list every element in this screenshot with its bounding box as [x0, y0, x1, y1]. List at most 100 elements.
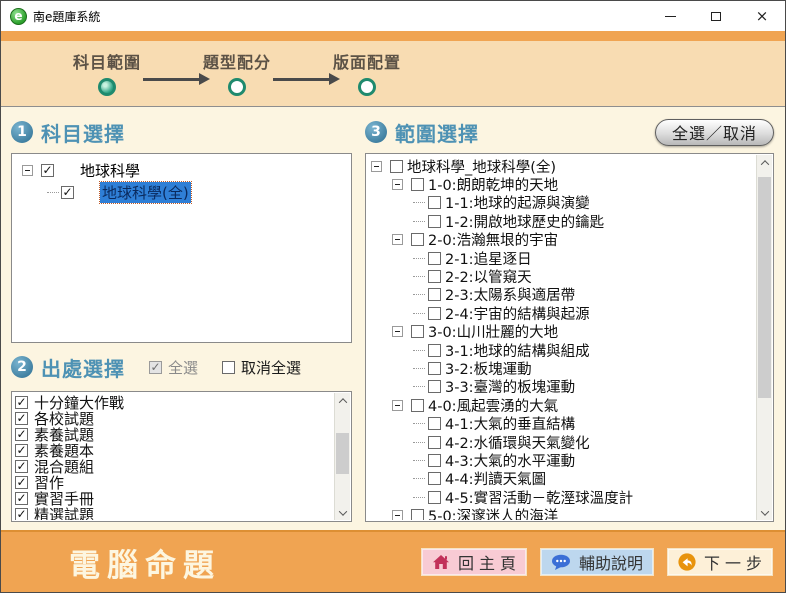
source-list: ✓十分鐘大作戰✓各校試題✓素養試題✓素養題本✓混合題組✓習作✓實習手冊✓精選試題	[13, 393, 334, 520]
range-tree-row[interactable]: 1-0:朗朗乾坤的天地	[371, 175, 756, 193]
checkbox-checked-icon[interactable]: ✓	[15, 492, 28, 505]
scroll-up-button[interactable]	[335, 393, 350, 408]
range-tree-row[interactable]: 2-0:浩瀚無垠的宇宙	[371, 231, 756, 249]
range-tree-row[interactable]: 4-0:風起雲湧的大氣	[371, 396, 756, 414]
checkbox-unchecked-icon[interactable]	[411, 178, 424, 191]
subject-tree-root-row[interactable]: ✓ 地球科學	[16, 159, 347, 181]
range-item-label[interactable]: 5-0:深邃迷人的海洋	[428, 505, 558, 520]
collapse-icon[interactable]	[371, 161, 382, 172]
tree-branch-icon	[413, 386, 425, 387]
checkbox-checked-icon[interactable]: ✓	[15, 412, 28, 425]
checkbox-unchecked-icon[interactable]	[428, 491, 441, 504]
checkbox-unchecked-icon[interactable]	[411, 325, 424, 338]
collapse-icon[interactable]	[392, 234, 403, 245]
checkbox-unchecked-icon[interactable]	[428, 288, 441, 301]
checkbox-checked-icon[interactable]: ✓	[61, 186, 74, 199]
checkbox-unchecked-icon[interactable]	[428, 362, 441, 375]
subject-section-heading: 1 科目選擇	[11, 111, 352, 153]
scroll-track[interactable]	[335, 408, 350, 505]
checkbox-unchecked-icon[interactable]	[428, 344, 441, 357]
checkbox-unchecked-icon[interactable]	[428, 270, 441, 283]
checkbox-checked-icon[interactable]: ✓	[15, 508, 28, 521]
checkbox-unchecked-icon[interactable]	[428, 215, 441, 228]
checkbox-unchecked-icon[interactable]	[428, 472, 441, 485]
checkbox-checked-icon[interactable]: ✓	[15, 476, 28, 489]
checkbox-checked-icon[interactable]: ✓	[41, 164, 54, 177]
range-tree-row[interactable]: 1-1:地球的起源與演變	[371, 194, 756, 212]
step-label: 題型配分	[203, 49, 271, 73]
range-tree-row[interactable]: 2-2:以管窺天	[371, 267, 756, 285]
close-button[interactable]: ×	[739, 1, 785, 31]
step-arrow-icon	[273, 78, 331, 81]
subject-tree-child-row[interactable]: ✓ 地球科學(全)	[16, 181, 347, 203]
range-tree-row[interactable]: 地球科學_地球科學(全)	[371, 157, 756, 175]
scroll-thumb[interactable]	[758, 177, 771, 398]
select-all-label: 全選	[168, 357, 198, 378]
checkbox-unchecked-icon[interactable]	[428, 454, 441, 467]
scroll-track[interactable]	[757, 170, 772, 505]
scroll-down-button[interactable]	[757, 505, 772, 520]
range-tree-row[interactable]: 4-3:大氣的水平運動	[371, 451, 756, 469]
subject-child-label[interactable]: 地球科學(全)	[100, 182, 191, 203]
step-question-types[interactable]: 題型配分	[201, 41, 273, 106]
range-tree-row[interactable]: 4-5:實習活動－乾溼球溫度計	[371, 488, 756, 506]
range-tree-row[interactable]: 2-4:宇宙的結構與起源	[371, 304, 756, 322]
select-all-control[interactable]: ✓ 全選	[149, 357, 198, 378]
checkbox-checked-icon[interactable]: ✓	[15, 444, 28, 457]
checkbox-unchecked-icon[interactable]	[428, 380, 441, 393]
checkbox-unchecked-icon[interactable]	[390, 160, 403, 173]
tree-branch-icon	[413, 313, 425, 314]
checkbox-unchecked-icon[interactable]	[428, 307, 441, 320]
range-tree-row[interactable]: 1-2:開啟地球歷史的鑰匙	[371, 212, 756, 230]
scroll-down-button[interactable]	[335, 505, 350, 520]
checkbox-unchecked-icon[interactable]	[411, 509, 424, 520]
next-step-button[interactable]: 下一步	[667, 548, 773, 576]
checkbox-unchecked-icon[interactable]	[222, 361, 235, 374]
range-tree-row[interactable]: 4-4:判讀天氣圖	[371, 470, 756, 488]
checkbox-unchecked-icon[interactable]	[428, 436, 441, 449]
range-tree-row[interactable]: 2-3:太陽系與適居帶	[371, 286, 756, 304]
subject-root-label[interactable]: 地球科學	[80, 160, 140, 181]
scroll-up-button[interactable]	[757, 155, 772, 170]
checkbox-checked-icon[interactable]: ✓	[15, 460, 28, 473]
select-all-toggle-button[interactable]: 全選／取消	[655, 119, 774, 146]
collapse-icon[interactable]	[392, 510, 403, 520]
step-label: 科目範圍	[73, 49, 141, 73]
range-tree-row[interactable]: 5-0:深邃迷人的海洋	[371, 506, 756, 520]
checkbox-checked-disabled-icon: ✓	[149, 361, 162, 374]
help-button[interactable]: 輔助說明	[540, 548, 654, 576]
deselect-all-control[interactable]: 取消全選	[222, 357, 301, 378]
source-list-item[interactable]: ✓精選試題	[15, 506, 334, 520]
step-layout[interactable]: 版面配置	[331, 41, 403, 106]
checkbox-checked-icon[interactable]: ✓	[15, 428, 28, 441]
tree-branch-icon	[413, 442, 425, 443]
section-number-badge: 3	[365, 121, 387, 143]
collapse-icon[interactable]	[22, 165, 33, 176]
source-list-scrollbar[interactable]	[334, 393, 350, 520]
checkbox-checked-icon[interactable]: ✓	[15, 396, 28, 409]
maximize-button[interactable]	[693, 1, 739, 31]
home-button[interactable]: 回主頁	[421, 548, 527, 576]
range-tree-row[interactable]: 3-2:板塊運動	[371, 359, 756, 377]
range-tree-scrollbar[interactable]	[756, 155, 772, 520]
chevron-up-icon	[338, 398, 346, 406]
range-tree-row[interactable]: 4-2:水循環與天氣變化	[371, 433, 756, 451]
range-tree-row[interactable]: 2-1:追星逐日	[371, 249, 756, 267]
tree-branch-icon	[413, 368, 425, 369]
collapse-icon[interactable]	[392, 400, 403, 411]
maximize-icon	[711, 12, 721, 21]
checkbox-unchecked-icon[interactable]	[411, 233, 424, 246]
collapse-icon[interactable]	[392, 179, 403, 190]
checkbox-unchecked-icon[interactable]	[428, 196, 441, 209]
step-subject-range[interactable]: 科目範圍	[71, 41, 143, 106]
range-tree-row[interactable]: 3-0:山川壯麗的大地	[371, 323, 756, 341]
checkbox-unchecked-icon[interactable]	[411, 399, 424, 412]
scroll-thumb[interactable]	[336, 433, 349, 474]
collapse-icon[interactable]	[392, 326, 403, 337]
range-tree-row[interactable]: 4-1:大氣的垂直結構	[371, 414, 756, 432]
checkbox-unchecked-icon[interactable]	[428, 252, 441, 265]
minimize-button[interactable]	[647, 1, 693, 31]
checkbox-unchecked-icon[interactable]	[428, 417, 441, 430]
range-tree-row[interactable]: 3-3:臺灣的板塊運動	[371, 378, 756, 396]
range-tree-row[interactable]: 3-1:地球的結構與組成	[371, 341, 756, 359]
